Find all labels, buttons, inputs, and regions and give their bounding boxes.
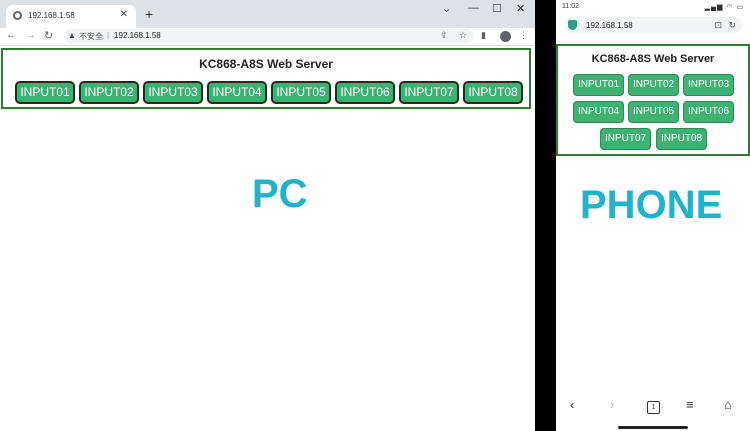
forward-icon[interactable]: › — [610, 397, 614, 412]
forward-icon[interactable]: → — [25, 29, 36, 41]
close-tab-icon[interactable]: ✕ — [120, 9, 128, 20]
reload-icon[interactable]: ↻ — [44, 29, 53, 42]
status-bar: 11:02 ▂▄▆ ◠ ▭ — [556, 0, 750, 12]
tab-strip: 192.168.1.58 ✕ + ⌄ — ☐ ✕ — [0, 0, 535, 28]
warning-icon: ▲ — [68, 31, 76, 40]
input08-button[interactable]: INPUT08 — [463, 81, 523, 104]
pc-browser-window: 192.168.1.58 ✕ + ⌄ — ☐ ✕ ← → ↻ ▲ 不安全 | 1… — [0, 0, 535, 431]
mobile-web-server-panel: KC868-A8S Web Server INPUT01 INPUT02 INP… — [556, 44, 750, 156]
phone-browser: 11:02 ▂▄▆ ◠ ▭ 192.168.1.58 ⊡ ↻ KC868-A8S… — [556, 0, 750, 431]
new-tab-icon[interactable]: + — [145, 6, 153, 22]
mobile-url-text: 192.168.1.58 — [586, 21, 633, 30]
mobile-bottom-nav: ‹ › 1 ≡ ⌂ — [556, 395, 750, 419]
status-time: 11:02 — [562, 3, 579, 10]
star-icon[interactable]: ☆ — [459, 30, 467, 41]
home-icon[interactable]: ⌂ — [724, 397, 732, 412]
mobile-address-bar[interactable]: 192.168.1.58 ⊡ ↻ — [564, 17, 742, 33]
tab-title: 192.168.1.58 — [28, 11, 75, 20]
mobile-input03-button[interactable]: INPUT03 — [683, 74, 734, 96]
mobile-input04-button[interactable]: INPUT04 — [573, 101, 624, 123]
maximize-icon[interactable]: ☐ — [492, 2, 502, 15]
pc-label: PC — [252, 172, 308, 216]
phone-label: PHONE — [580, 183, 723, 227]
input04-button[interactable]: INPUT04 — [207, 81, 267, 104]
profile-avatar[interactable] — [500, 31, 511, 42]
url-text: 192.168.1.58 — [114, 31, 161, 40]
side-panel-icon[interactable]: ▮ — [481, 30, 486, 41]
home-indicator — [618, 426, 688, 429]
mobile-input06-button[interactable]: INPUT06 — [683, 101, 734, 123]
input02-button[interactable]: INPUT02 — [79, 81, 139, 104]
mobile-input08-button[interactable]: INPUT08 — [656, 128, 707, 150]
menu-icon[interactable]: ≡ — [686, 397, 694, 412]
mobile-input07-button[interactable]: INPUT07 — [600, 128, 651, 150]
mobile-input01-button[interactable]: INPUT01 — [573, 74, 624, 96]
input03-button[interactable]: INPUT03 — [143, 81, 203, 104]
web-server-panel: KC868-A8S Web Server INPUT01 INPUT02 INP… — [1, 48, 531, 109]
address-bar[interactable]: ▲ 不安全 | 192.168.1.58 — [64, 29, 474, 43]
input06-button[interactable]: INPUT06 — [335, 81, 395, 104]
separator: | — [107, 31, 110, 40]
chevron-down-icon[interactable]: ⌄ — [442, 2, 451, 15]
share-icon[interactable]: ⇪ — [440, 30, 448, 41]
input01-button[interactable]: INPUT01 — [15, 81, 75, 104]
back-icon[interactable]: ← — [6, 29, 17, 41]
tabs-count-icon[interactable]: 1 — [647, 401, 660, 414]
page-title: KC868-A8S Web Server — [199, 57, 333, 71]
menu-icon[interactable]: ⋮ — [519, 30, 528, 41]
minimize-icon[interactable]: — — [468, 2, 479, 14]
mobile-input02-button[interactable]: INPUT02 — [628, 74, 679, 96]
back-icon[interactable]: ‹ — [570, 397, 574, 412]
close-window-icon[interactable]: ✕ — [516, 2, 525, 15]
browser-tab[interactable]: 192.168.1.58 ✕ — [6, 5, 136, 28]
signal-wifi-battery-icon: ▂▄▆ ◠ ▭ — [704, 4, 744, 11]
globe-icon — [13, 11, 22, 20]
browser-toolbar: ← → ↻ ▲ 不安全 | 192.168.1.58 ⇪ ☆ ▮ ⋮ — [0, 28, 535, 46]
mobile-input05-button[interactable]: INPUT05 — [628, 101, 679, 123]
mobile-page-title: KC868-A8S Web Server — [591, 53, 715, 65]
input05-button[interactable]: INPUT05 — [271, 81, 331, 104]
input07-button[interactable]: INPUT07 — [399, 81, 459, 104]
not-secure-label: 不安全 — [79, 32, 103, 41]
reload-icon[interactable]: ↻ — [728, 20, 736, 31]
tab-switch-icon[interactable]: ⊡ — [714, 20, 722, 31]
shield-icon — [568, 20, 577, 30]
